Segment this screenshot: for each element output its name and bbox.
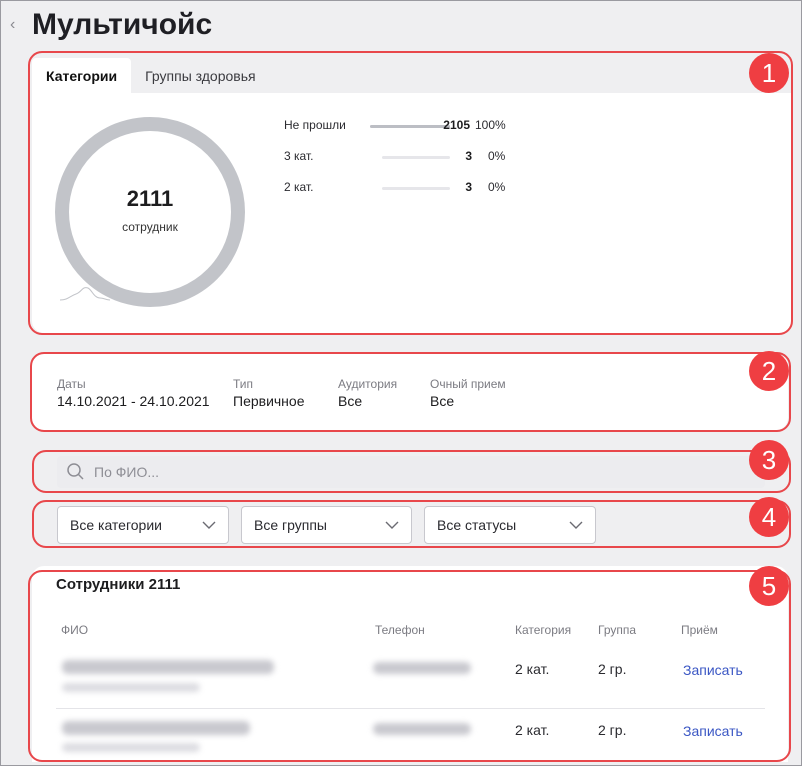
badge-3: 3 <box>749 440 789 480</box>
highlight-box-2 <box>30 352 791 432</box>
highlight-box-3 <box>32 450 791 493</box>
badge-5: 5 <box>749 566 789 606</box>
chevron-left-icon[interactable]: ‹ <box>10 16 15 34</box>
badge-4: 4 <box>749 497 789 537</box>
badge-1: 1 <box>749 53 789 93</box>
highlight-box-5 <box>28 570 791 762</box>
highlight-box-1 <box>28 51 793 335</box>
page-title: Мультичойс <box>32 8 213 41</box>
highlight-box-4 <box>32 500 791 548</box>
badge-2: 2 <box>749 351 789 391</box>
